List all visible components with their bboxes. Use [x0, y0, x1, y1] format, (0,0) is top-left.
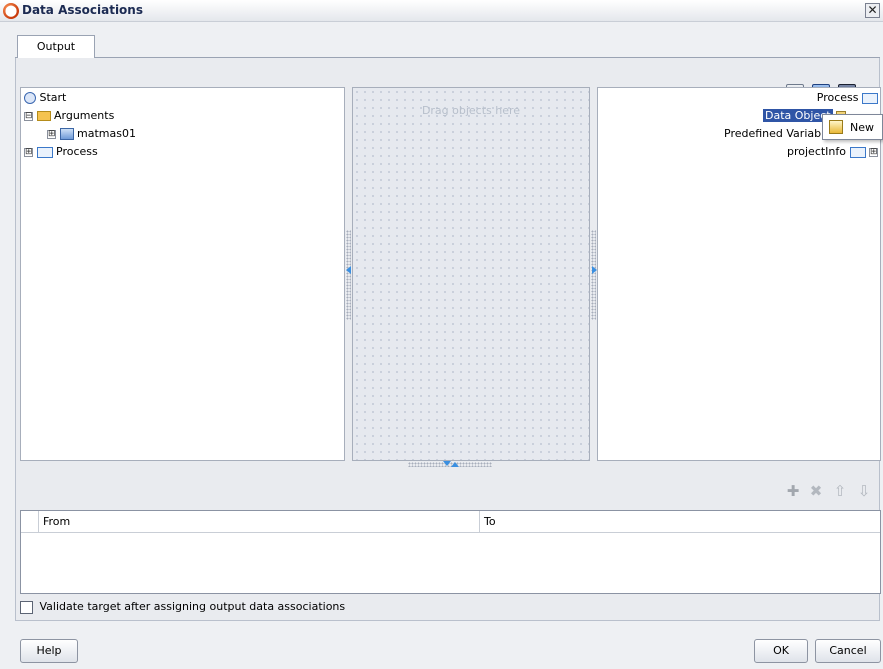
collapse-down-icon[interactable]	[443, 461, 451, 466]
tab-strip: Output	[15, 33, 880, 59]
ok-button[interactable]: OK	[754, 639, 808, 663]
tree-item-label: Process	[56, 145, 98, 158]
right-splitter[interactable]	[591, 230, 596, 320]
column-header-from[interactable]: From	[39, 511, 480, 533]
tree-item-label: projectInfo	[787, 145, 846, 158]
expand-icon[interactable]: ⊞	[869, 147, 878, 157]
new-icon	[829, 120, 843, 134]
tree-item-label: Arguments	[54, 109, 115, 122]
window-title: Data Associations	[22, 3, 143, 17]
expand-icon[interactable]: ⊞	[47, 129, 56, 139]
tree-item-arguments[interactable]: ⊟ Arguments	[24, 108, 114, 124]
app-icon: ⬤	[3, 3, 19, 19]
close-button[interactable]: ✕	[865, 3, 880, 18]
help-button[interactable]: Help	[20, 639, 78, 663]
collapse-right-icon[interactable]	[592, 266, 597, 274]
tab-output[interactable]: Output	[17, 35, 95, 59]
tree-item-label: matmas01	[77, 127, 136, 140]
validate-checkbox[interactable]	[20, 600, 33, 614]
validate-option[interactable]: Validate target after assigning output d…	[20, 599, 345, 615]
context-menu: New	[822, 114, 883, 140]
tree-item-label: Start	[39, 91, 67, 104]
move-down-icon[interactable]: ⇩	[856, 484, 872, 499]
tree-item-matmas01[interactable]: ⊞ matmas01	[47, 126, 136, 142]
delete-row-icon[interactable]: ✖	[808, 484, 824, 499]
tree-item-process[interactable]: Process	[817, 90, 878, 106]
data-associations-dialog: ⬤ Data Associations ✕ Output Start ⊟ Arg…	[0, 0, 883, 669]
left-splitter[interactable]	[346, 230, 351, 320]
table-header: From To	[21, 511, 880, 533]
move-up-icon[interactable]: ⇧	[832, 484, 848, 499]
column-header-to[interactable]: To	[480, 511, 880, 533]
folder-icon	[36, 111, 51, 121]
tree-item-projectinfo[interactable]: projectInfo ⊞	[787, 144, 878, 160]
validate-label: Validate target after assigning output d…	[39, 600, 346, 613]
drag-hint: Drag objects here	[421, 104, 521, 117]
tree-item-start[interactable]: Start	[24, 90, 66, 106]
expand-icon[interactable]: ⊞	[24, 147, 33, 157]
tree-item-label: Predefined Variab	[724, 127, 822, 140]
context-menu-item-new[interactable]: New	[850, 121, 874, 134]
tree-item-label: Process	[816, 91, 859, 104]
source-tree-pane[interactable]: Start ⊟ Arguments ⊞ matmas01 ⊞ Process	[20, 87, 345, 461]
target-tree-pane[interactable]: Process Data Object Predefined Variab pr…	[597, 87, 881, 461]
tree-item-predefined-variables[interactable]: Predefined Variab	[724, 126, 821, 142]
process-icon	[849, 146, 866, 158]
collapse-up-icon[interactable]	[451, 462, 459, 467]
associations-table[interactable]: From To	[20, 510, 881, 594]
collapse-left-icon[interactable]	[346, 266, 351, 274]
title-bar: ⬤ Data Associations ✕	[0, 0, 883, 22]
variable-icon	[59, 128, 74, 140]
process-icon	[862, 92, 878, 104]
process-icon	[36, 146, 53, 158]
add-row-icon[interactable]: ✚	[785, 484, 801, 499]
mapping-canvas[interactable]: Drag objects here	[352, 87, 590, 461]
start-icon	[24, 92, 36, 104]
row-selector-header	[21, 511, 39, 533]
tree-item-process[interactable]: ⊞ Process	[24, 144, 98, 160]
cancel-button[interactable]: Cancel	[815, 639, 881, 663]
collapse-icon[interactable]: ⊟	[24, 111, 33, 121]
